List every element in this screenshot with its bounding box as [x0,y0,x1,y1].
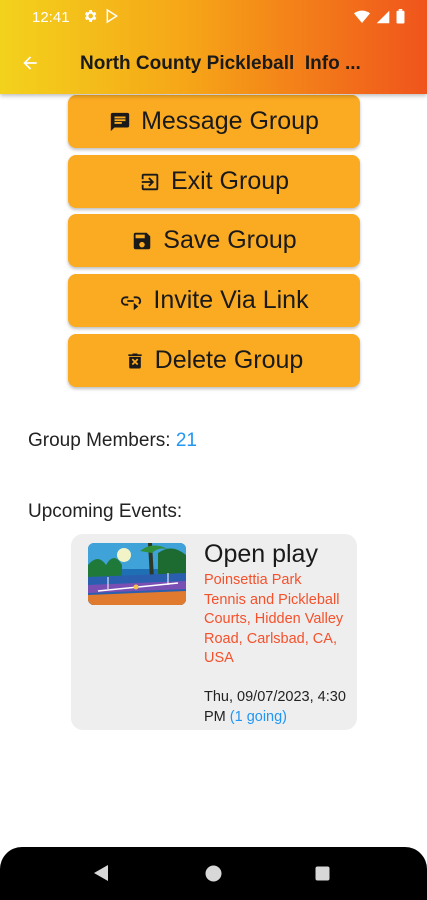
status-time: 12:41 [32,9,70,26]
exit-icon [139,171,161,193]
group-members-count[interactable]: 21 [176,430,197,451]
arrow-left-icon [20,53,40,77]
wifi-icon [354,10,370,28]
save-group-label: Save Group [163,226,297,254]
gear-icon [82,8,98,28]
event-location[interactable]: Poinsettia Park Tennis and Pickleball Co… [204,571,344,669]
battery-icon [396,9,405,28]
play-store-icon [104,8,120,28]
message-group-label: Message Group [141,107,319,135]
link-icon [119,290,143,312]
delete-group-label: Delete Group [154,346,304,374]
exit-group-button[interactable]: Exit Group [68,155,360,208]
upcoming-events-heading: Upcoming Events: [28,501,183,522]
delete-icon [125,350,145,372]
save-icon [131,230,153,252]
group-members-label: Group Members: [28,430,171,451]
status-bar: 12:41 [0,0,427,36]
message-group-button[interactable]: Message Group [68,95,360,148]
save-group-button[interactable]: Save Group [68,214,360,267]
page-title: North County Pickleball Info ... [80,53,361,74]
event-date-line: Thu, 09/07/2023, 4:30 PM (1 going) [204,688,349,727]
back-button[interactable] [14,49,46,81]
exit-group-label: Exit Group [170,167,290,195]
delete-group-button[interactable]: Delete Group [68,334,360,387]
recents-square-icon[interactable] [315,866,330,885]
event-title: Open play [204,540,318,568]
event-going-count[interactable]: (1 going) [230,709,287,725]
invite-via-link-label: Invite Via Link [153,286,309,314]
message-icon [109,111,131,133]
event-image [88,543,186,605]
signal-icon [376,10,390,28]
group-members: Group Members: 21 [28,430,197,452]
header: 12:41 North County Pickleball Info ... [0,0,427,94]
status-right-icons [354,9,405,28]
invite-via-link-button[interactable]: Invite Via Link [68,274,360,327]
system-nav-bar [0,847,427,900]
app-bar: North County Pickleball Info ... [0,36,427,94]
event-card[interactable]: Open play Poinsettia Park Tennis and Pic… [71,534,357,730]
back-triangle-icon[interactable] [93,864,111,886]
home-circle-icon[interactable] [205,865,222,886]
